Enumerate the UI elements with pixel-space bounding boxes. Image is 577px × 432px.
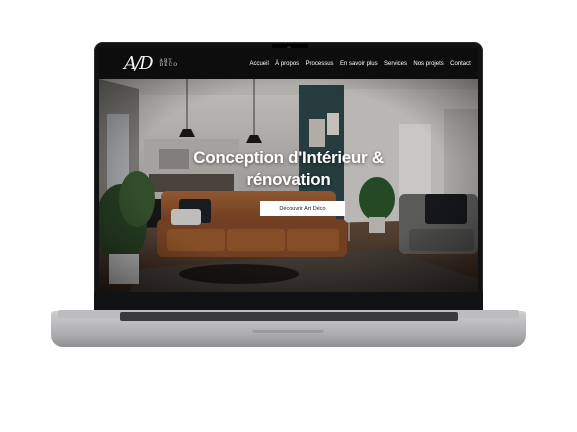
- nav-services[interactable]: Services: [384, 61, 407, 67]
- site-navbar: A/D ART DÉCO Accueil À propos Processus …: [99, 48, 478, 79]
- logo-icon: A/D: [124, 53, 153, 74]
- logo-line-2: DÉCO: [159, 63, 179, 68]
- screen-bezel-bottom: [94, 292, 483, 310]
- logo-wordmark: ART DÉCO: [159, 59, 179, 69]
- nav-en-savoir-plus[interactable]: En savoir plus: [340, 61, 378, 67]
- laptop-screen: A/D ART DÉCO Accueil À propos Processus …: [99, 48, 478, 292]
- site-logo[interactable]: A/D ART DÉCO: [124, 52, 178, 76]
- keyboard-well: [120, 312, 458, 321]
- opening-notch: [252, 330, 324, 333]
- discover-button[interactable]: Découvrir Art Déco: [260, 201, 345, 216]
- hero-section: Conception d'Intérieur & rénovation Déco…: [99, 79, 478, 292]
- main-menu: Accueil À propos Processus En savoir plu…: [246, 48, 474, 79]
- nav-nos-projets[interactable]: Nos projets: [413, 61, 443, 67]
- nav-contact[interactable]: Contact: [450, 61, 471, 67]
- hero-title: Conception d'Intérieur & rénovation: [193, 148, 384, 189]
- nav-processus[interactable]: Processus: [306, 61, 334, 67]
- nav-accueil[interactable]: Accueil: [249, 61, 268, 67]
- nav-a-propos[interactable]: À propos: [275, 61, 299, 67]
- laptop-mockup: A/D ART DÉCO Accueil À propos Processus …: [0, 0, 577, 432]
